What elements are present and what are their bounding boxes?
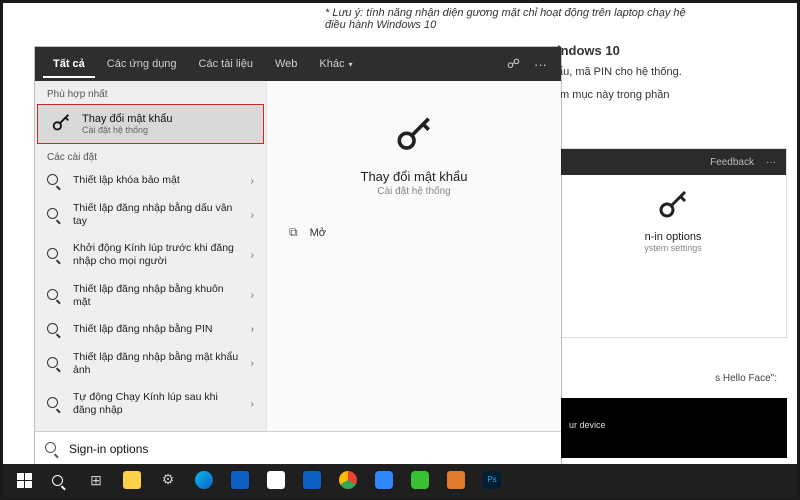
preview-pane: Thay đổi mật khẩu Cài đặt hệ thống ⧉ Mở — [267, 81, 561, 431]
key-icon — [50, 113, 72, 135]
chevron-right-icon: › — [251, 399, 254, 410]
taskbar-app-photoshop[interactable]: Ps — [475, 467, 509, 495]
start-button[interactable] — [7, 467, 41, 495]
article-heading: indows 10 — [557, 43, 787, 58]
setting-item-magnifier-before[interactable]: Khởi động Kính lúp trước khi đăng nhập c… — [35, 235, 266, 275]
taskbar-app-store[interactable] — [259, 467, 293, 495]
article-line: ẩu, mã PIN cho hệ thống. — [557, 64, 787, 81]
tab-documents[interactable]: Các tài liệu — [189, 50, 263, 78]
taskbar-search-button[interactable] — [43, 467, 77, 495]
article-caption: s Hello Face": — [715, 373, 777, 384]
tab-apps[interactable]: Các ứng dụng — [97, 50, 187, 78]
taskbar-app-explorer[interactable] — [115, 467, 149, 495]
key-icon — [392, 115, 436, 159]
taskbar-app-active[interactable] — [439, 467, 473, 495]
chevron-right-icon: › — [251, 210, 254, 221]
tab-all[interactable]: Tất cả — [43, 50, 95, 78]
search-icon — [47, 323, 63, 337]
taskbar: ⊞ ⚙ Ps — [3, 464, 797, 497]
taskbar-app-zalo[interactable] — [367, 467, 401, 495]
article-note: * Lưu ý: tính năng nhận diện gương mặt c… — [323, 3, 697, 35]
search-icon — [47, 208, 63, 222]
search-tabs: Tất cả Các ứng dụng Các tài liệu Web Khá… — [35, 47, 561, 81]
results-list: Phù hợp nhất Thay đổi mật khẩu Cài đặt h… — [35, 81, 267, 431]
preview-title: Thay đổi mật khẩu — [361, 169, 468, 184]
card-sub: ystem settings — [644, 243, 702, 253]
search-bar — [35, 431, 561, 465]
article-line: ìm mục này trong phần — [557, 87, 787, 104]
best-match-item[interactable]: Thay đổi mật khẩu Cài đặt hệ thống — [37, 104, 264, 144]
article-fragment: indows 10 ẩu, mã PIN cho hệ thống. ìm mụ… — [557, 43, 787, 109]
preview-sub: Cài đặt hệ thống — [377, 186, 450, 197]
search-icon — [47, 357, 63, 371]
best-match-sub: Cài đặt hệ thống — [82, 125, 173, 135]
taskbar-app-settings[interactable]: ⚙ — [151, 467, 185, 495]
chevron-right-icon: › — [251, 324, 254, 335]
more-options-icon[interactable]: ··· — [528, 57, 553, 72]
search-icon — [47, 289, 63, 303]
more-icon: ··· — [766, 157, 776, 168]
chevron-right-icon: › — [251, 176, 254, 187]
setting-item-picture-password[interactable]: Thiết lập đăng nhập bằng mật khẩu ảnh › — [35, 344, 266, 384]
setting-item-fingerprint[interactable]: Thiết lập đăng nhập bằng dấu vân tay › — [35, 195, 266, 235]
setting-item-magnifier-after[interactable]: Tự động Chạy Kính lúp sau khi đăng nhập … — [35, 384, 266, 424]
windows-logo-icon — [17, 473, 32, 488]
tab-web[interactable]: Web — [265, 50, 307, 78]
search-input[interactable] — [69, 442, 551, 456]
search-icon — [45, 441, 61, 456]
best-match-title: Thay đổi mật khẩu — [82, 113, 173, 125]
tab-more[interactable]: Khác — [309, 50, 362, 78]
open-action[interactable]: ⧉ Mở — [289, 225, 326, 240]
setting-item-pin[interactable]: Thiết lập đăng nhập bằng PIN › — [35, 316, 266, 344]
best-match-label: Phù hợp nhất — [35, 81, 266, 104]
taskbar-app-chrome[interactable] — [331, 467, 365, 495]
setting-item-face[interactable]: Thiết lập đăng nhập bằng khuôn mặt › — [35, 276, 266, 316]
settings-group-label: Các cài đặt — [35, 144, 266, 167]
taskbar-app-mail[interactable] — [223, 467, 257, 495]
open-label: Mở — [310, 227, 326, 239]
feedback-link: Feedback — [710, 157, 754, 168]
chevron-right-icon: › — [251, 290, 254, 301]
chevron-right-icon: › — [251, 250, 254, 261]
search-icon — [47, 397, 63, 411]
chevron-right-icon: › — [251, 358, 254, 369]
taskbar-app-edge[interactable] — [187, 467, 221, 495]
search-icon — [47, 174, 63, 188]
setting-item-security-key[interactable]: Thiết lập khóa bảo mật › — [35, 167, 266, 195]
task-view-button[interactable]: ⊞ — [79, 467, 113, 495]
search-popup: Tất cả Các ứng dụng Các tài liệu Web Khá… — [35, 47, 561, 465]
taskbar-app-word[interactable] — [295, 467, 329, 495]
background-settings-card: Feedback ··· n-in options ystem settings — [559, 148, 787, 338]
search-icon — [52, 473, 68, 489]
article-dark-panel: ur device — [559, 398, 787, 458]
key-icon — [655, 189, 691, 225]
open-icon: ⧉ — [289, 225, 298, 240]
feedback-icon[interactable]: ☍ — [501, 56, 526, 72]
card-title: n-in options — [645, 231, 702, 243]
taskbar-app-line[interactable] — [403, 467, 437, 495]
web-group-label: Tìm kiếm web — [35, 424, 266, 431]
search-icon — [47, 248, 63, 262]
